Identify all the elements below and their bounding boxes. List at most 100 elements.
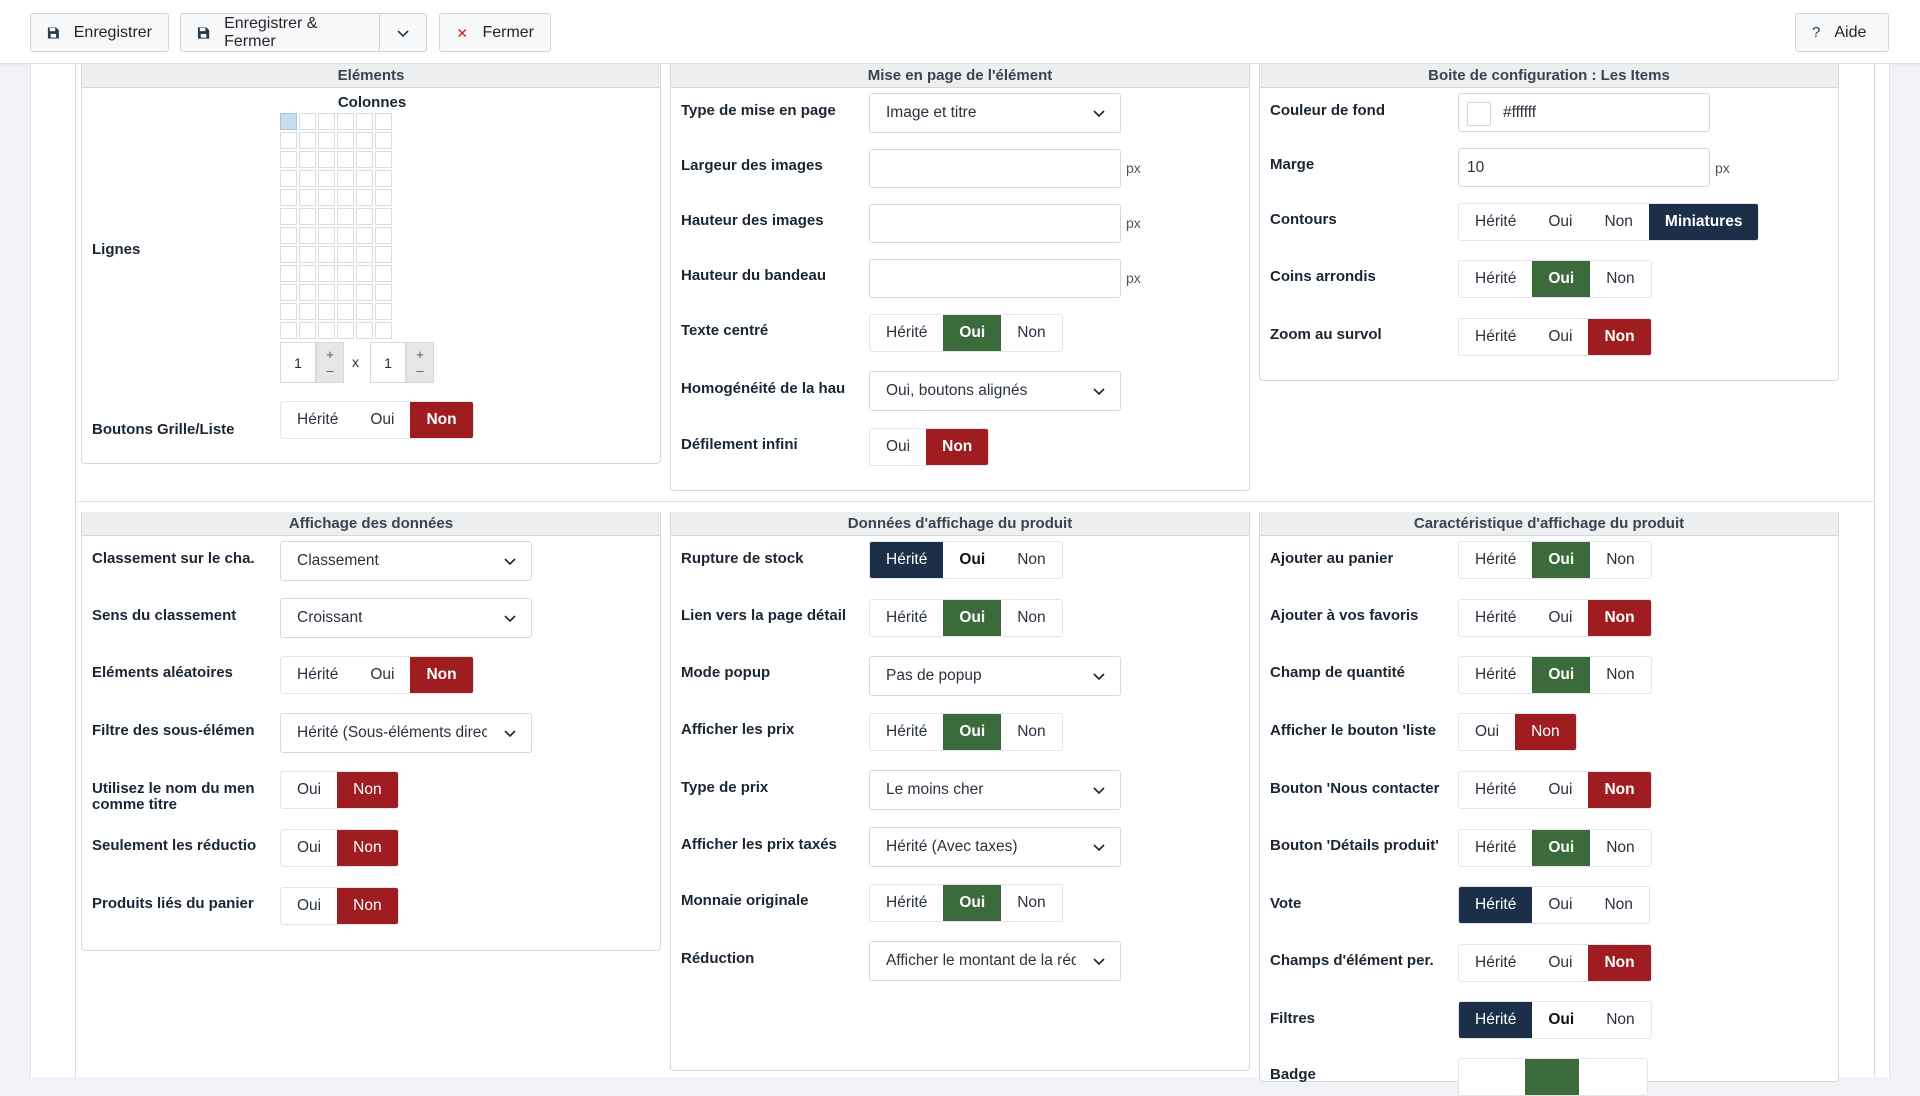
toggle-option-yes[interactable]: Oui	[354, 402, 410, 438]
grid-cell[interactable]	[280, 227, 297, 244]
grid-cell[interactable]	[375, 246, 392, 263]
toggle-option-yes[interactable]: Oui	[1532, 772, 1588, 808]
grid-cell[interactable]	[375, 284, 392, 301]
grid-cell[interactable]	[280, 151, 297, 168]
taxed-select[interactable]: Hérité (Avec taxes)	[869, 827, 1121, 867]
toggle-option-yes[interactable]: Oui	[870, 429, 926, 465]
grid-cell[interactable]	[318, 284, 335, 301]
toggle-option-inherited[interactable]: Hérité	[1459, 204, 1532, 240]
color-swatch[interactable]	[1467, 102, 1491, 126]
save-button[interactable]: Enregistrer	[30, 13, 169, 52]
toggle-option-no[interactable]: Non	[1588, 945, 1651, 981]
toggle-option-no[interactable]: Non	[1001, 542, 1061, 578]
toggle-option-no[interactable]: Non	[1515, 714, 1576, 750]
cols-input[interactable]: 1	[370, 342, 406, 383]
grid-cell[interactable]	[337, 322, 354, 339]
grid-cell[interactable]	[375, 227, 392, 244]
banner-height-input[interactable]	[869, 259, 1121, 298]
grid-cell[interactable]	[337, 284, 354, 301]
grid-cell[interactable]	[299, 132, 316, 149]
grid-cell[interactable]	[280, 170, 297, 187]
toggle-option-yes[interactable]: Oui	[1532, 657, 1591, 693]
toggle-option-inherited[interactable]: Hérité	[1459, 261, 1532, 297]
toggle-option-thumbnails[interactable]: Miniatures	[1648, 204, 1759, 240]
grid-cell[interactable]	[299, 170, 316, 187]
grid-cell[interactable]	[375, 170, 392, 187]
grid-cell[interactable]	[337, 303, 354, 320]
toggle-option-yes[interactable]: Oui	[281, 830, 337, 866]
grid-cell[interactable]	[356, 189, 373, 206]
cols-stepper[interactable]: + –	[406, 342, 434, 383]
grid-cell[interactable]	[299, 151, 316, 168]
contact-toggle[interactable]: Hérité Oui Non	[1458, 771, 1652, 809]
grid-cell[interactable]	[280, 132, 297, 149]
badge-toggle[interactable]	[1458, 1058, 1648, 1096]
layout-type-select[interactable]: Image et titre	[869, 93, 1121, 133]
grid-cell[interactable]	[356, 303, 373, 320]
toggle-option-yes[interactable]: Oui	[1532, 887, 1588, 923]
toggle-option-inherited[interactable]: Hérité	[281, 657, 354, 693]
grid-cell[interactable]	[356, 151, 373, 168]
toggle-option-yes[interactable]: Oui	[943, 600, 1002, 636]
toggle-option-inherited[interactable]	[1459, 1059, 1525, 1095]
grid-buttons-toggle[interactable]: Hérité Oui Non	[280, 401, 474, 439]
grid-cell[interactable]	[356, 284, 373, 301]
grid-cell[interactable]	[337, 132, 354, 149]
grid-cell[interactable]	[299, 322, 316, 339]
toggle-option-inherited[interactable]: Hérité	[1459, 887, 1533, 923]
toggle-option-yes[interactable]: Oui	[354, 657, 410, 693]
help-button[interactable]: ? Aide	[1795, 13, 1889, 52]
sub-filter-select[interactable]: Hérité (Sous-éléments directs)	[280, 713, 532, 753]
grid-cell[interactable]	[356, 132, 373, 149]
toggle-option-inherited[interactable]: Hérité	[1459, 542, 1532, 578]
grid-cell[interactable]	[318, 151, 335, 168]
toggle-option-inherited[interactable]: Hérité	[870, 600, 943, 636]
random-toggle[interactable]: Hérité Oui Non	[280, 656, 474, 694]
grid-cell[interactable]	[299, 189, 316, 206]
grid-cell[interactable]	[356, 322, 373, 339]
toggle-option-no[interactable]: Non	[337, 888, 398, 924]
toggle-option-no[interactable]: Non	[337, 830, 398, 866]
toggle-option-yes[interactable]: Oui	[1532, 204, 1588, 240]
toggle-option-yes[interactable]: Oui	[1532, 830, 1591, 866]
img-height-input[interactable]	[869, 204, 1121, 243]
grid-cell[interactable]	[337, 246, 354, 263]
toggle-option-inherited[interactable]: Hérité	[870, 714, 943, 750]
grid-cell[interactable]	[299, 246, 316, 263]
add-cart-toggle[interactable]: Hérité Oui Non	[1458, 541, 1652, 579]
close-button[interactable]: Fermer	[439, 13, 551, 52]
grid-cell[interactable]	[337, 113, 354, 130]
toggle-option-yes[interactable]: Oui	[1532, 542, 1591, 578]
toggle-option-inherited[interactable]: Hérité	[1459, 772, 1532, 808]
toggle-option-no[interactable]: Non	[1001, 714, 1061, 750]
detail-link-toggle[interactable]: Hérité Oui Non	[869, 599, 1063, 637]
toggle-option-no[interactable]: Non	[926, 429, 989, 465]
grid-cell[interactable]	[280, 189, 297, 206]
img-width-input[interactable]	[869, 149, 1121, 188]
grid-cell[interactable]	[299, 284, 316, 301]
grid-cell[interactable]	[375, 151, 392, 168]
grid-cell[interactable]	[356, 113, 373, 130]
grid-cell[interactable]	[375, 303, 392, 320]
grid-cell[interactable]	[318, 170, 335, 187]
margin-input[interactable]: 10	[1458, 148, 1710, 187]
grid-cell[interactable]	[318, 322, 335, 339]
grid-cell[interactable]	[375, 265, 392, 282]
toggle-option-no[interactable]: Non	[1588, 319, 1651, 355]
grid-cell[interactable]	[375, 208, 392, 225]
grid-cell[interactable]	[356, 170, 373, 187]
vote-toggle[interactable]: Hérité Oui Non	[1458, 886, 1650, 924]
toggle-option-yes[interactable]: Oui	[943, 885, 1002, 921]
grid-cell[interactable]	[299, 113, 316, 130]
toggle-option-inherited[interactable]: Hérité	[1459, 600, 1532, 636]
toggle-option-no[interactable]: Non	[1590, 261, 1650, 297]
toggle-option-inherited[interactable]: Hérité	[1459, 657, 1532, 693]
rows-input[interactable]: 1	[280, 342, 316, 383]
toggle-option-yes[interactable]: Oui	[943, 315, 1002, 351]
toggle-option-no[interactable]: Non	[1001, 315, 1061, 351]
grid-cell[interactable]	[318, 208, 335, 225]
menu-title-toggle[interactable]: Oui Non	[280, 771, 399, 809]
toggle-option-yes[interactable]: Oui	[281, 772, 337, 808]
grid-cell[interactable]	[337, 151, 354, 168]
toggle-option-yes[interactable]: Oui	[943, 714, 1002, 750]
